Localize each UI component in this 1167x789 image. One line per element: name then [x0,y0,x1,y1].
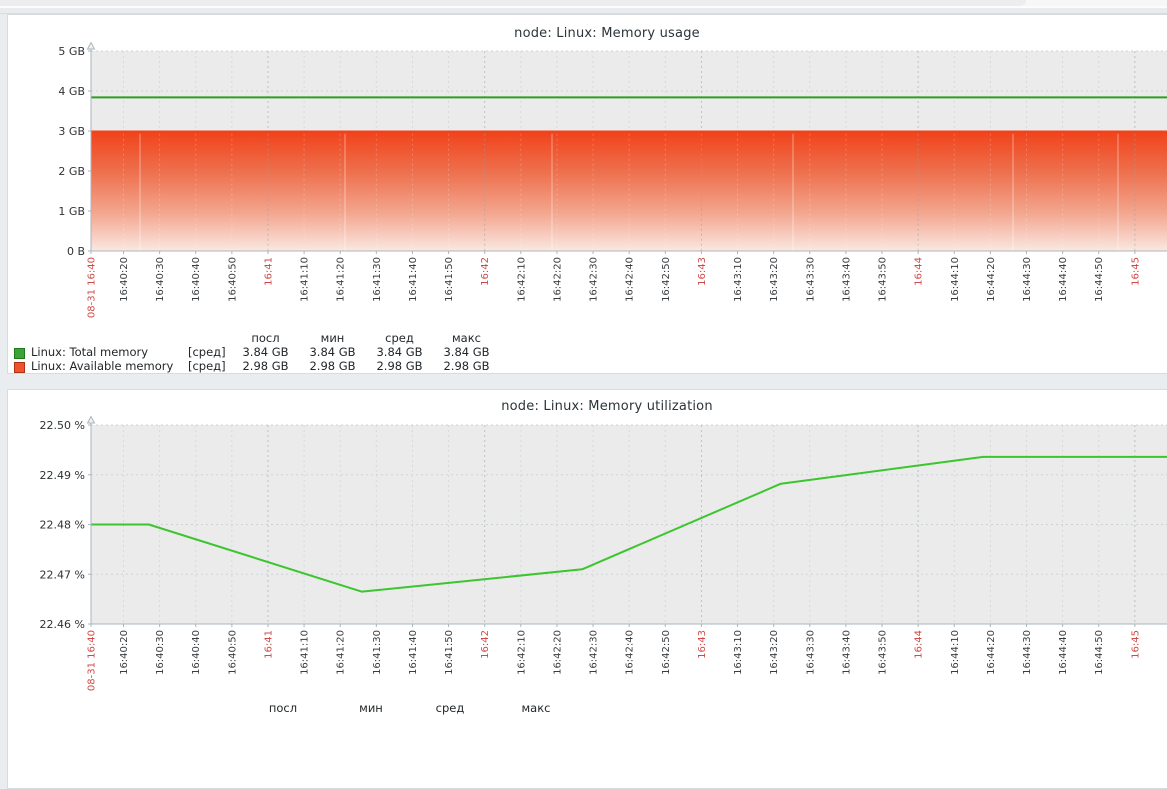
x-tick-label: 16:41:30 [372,630,383,675]
legend-item-label: Linux: Available memory [31,360,173,373]
y-axis-labels: 22.50 % 22.49 % 22.48 % 22.47 % 22.46 % [40,419,85,631]
x-tick-label: 16:42:40 [625,630,636,675]
x-tick-label: 08-31 16:40 [87,630,98,691]
graph-legend: послминсредмаксLinux: Total memory[сред]… [7,332,647,374]
x-tick-label: 16:44:20 [986,630,997,675]
legend-color-swatch [14,362,25,373]
legend-value: 2.98 GB [299,360,366,373]
legend-value: 2.98 GB [232,360,299,373]
x-tick-label: 16:42 [480,630,491,659]
x-tick-label: 16:40:30 [155,630,166,675]
x-tick-label: 16:42:30 [589,630,600,675]
legend-header-cell: сред [366,332,433,345]
legend-header-cell: мин [299,332,366,345]
x-tick-label: 16:41:10 [300,630,311,675]
legend-item-label: Linux: Total memory [31,346,148,359]
x-tick-label: 16:42:20 [552,630,563,675]
x-tick-label: 16:41:50 [444,630,455,675]
y-tick-label: 22.47 % [40,568,85,581]
x-tick-label: 16:43:20 [769,630,780,675]
legend-color-swatch [14,348,25,359]
legend-header-cell: макс [503,702,570,715]
x-tick-label: 16:40:20 [119,630,130,675]
legend-value: 2.98 GB [366,360,433,373]
legend-header-cell: макс [433,332,500,345]
legend-value: 2.98 GB [433,360,500,373]
graph-title: node: Linux: Memory utilization [0,399,1167,414]
x-tick-label: 16:40:50 [227,630,238,675]
legend-row: Linux: Available memory[сред]2.98 GB2.98… [7,360,647,374]
graph-legend: посл минсред макс [7,702,647,716]
x-tick-label: 16:43:30 [805,630,816,675]
legend-aggregation: [сред] [188,346,226,359]
x-tick-label: 16:42:50 [661,630,672,675]
x-tick-label: 16:42:10 [516,630,527,675]
y-tick-label: 22.46 % [40,618,85,631]
legend-header-cell: сред [417,702,484,715]
x-tick-label: 16:43:40 [841,630,852,675]
x-tick-label: 16:43:10 [733,630,744,675]
legend-value: 3.84 GB [433,346,500,359]
legend-value: 3.84 GB [232,346,299,359]
legend-header-cell: мин [338,702,405,715]
legend-header-cell: посл [250,702,317,715]
legend-aggregation: [сред] [188,360,226,373]
x-tick-label: 16:40:40 [191,630,202,675]
x-axis-labels: 08-31 16:40 16:40:20 16:40:30 16:40:40 16:40… [87,630,1142,691]
graph-title: node: Linux: Memory usage [0,26,1167,41]
x-tick-label: 16:44:40 [1058,630,1069,675]
x-tick-label: 16:41:20 [336,630,347,675]
legend-row: Linux: Total memory[сред]3.84 GB3.84 GB3… [7,346,647,360]
legend-value: 3.84 GB [366,346,433,359]
y-tick-label: 22.49 % [40,469,85,482]
x-tick-label: 16:44:10 [950,630,961,675]
x-tick-label: 16:44 [914,630,925,659]
x-tick-label: 16:43 [697,630,708,659]
legend-header-row: послминсредмакс [7,332,647,346]
x-tick-label: 16:43:50 [878,630,889,675]
y-axis-arrow [88,417,95,424]
x-tick-label: 16:44:30 [1022,630,1033,675]
x-tick-label: 16:44:50 [1094,630,1105,675]
legend-header-row: посл минсред макс [7,702,647,716]
x-tick-label: 16:41:40 [408,630,419,675]
x-tick-label: 16:41 [263,630,274,659]
legend-value: 3.84 GB [299,346,366,359]
y-tick-label: 22.48 % [40,519,85,532]
x-tick-label: 16:45 [1130,630,1141,659]
y-tick-label: 22.50 % [40,419,85,432]
legend-header-cell: посл [232,332,299,345]
